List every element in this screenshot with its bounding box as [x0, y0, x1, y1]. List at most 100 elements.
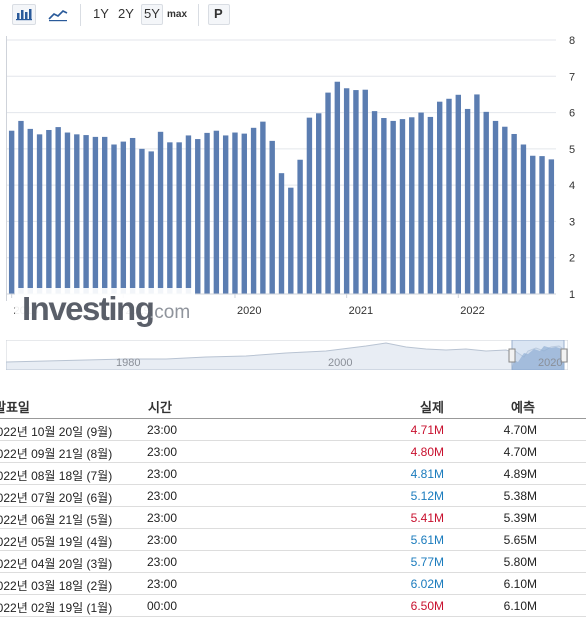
release-time: 23:00 [147, 555, 178, 569]
release-time: 23:00 [147, 423, 178, 437]
actual-value: 5.61M [410, 533, 444, 547]
actual-value: 6.50M [410, 599, 444, 613]
chart-bar[interactable] [325, 92, 331, 294]
chart-bar[interactable] [195, 139, 201, 294]
chart-bar[interactable] [474, 94, 480, 295]
chart-bar[interactable] [18, 120, 24, 294]
navigator-svg: 1980 2000 2020 [5, 339, 569, 371]
chart-bar[interactable] [55, 127, 61, 294]
chart-bar[interactable] [129, 137, 136, 294]
y-tick-label: 6 [569, 108, 575, 120]
chart-bar[interactable] [232, 132, 238, 294]
chart-bar[interactable] [167, 142, 173, 294]
bar-chart-button[interactable] [12, 4, 36, 25]
chart-bar[interactable] [185, 135, 192, 294]
forecast-value: 6.10M [503, 577, 537, 591]
investing-logo: Investing .com [15, 288, 195, 330]
toolbar-divider [198, 4, 199, 26]
chart-bar[interactable] [539, 156, 545, 294]
range-navigator[interactable]: 1980 2000 2020 [5, 339, 569, 371]
chart-bar[interactable] [455, 94, 461, 294]
chart-toolbar: 1Y 2Y 5Y max P [0, 0, 586, 30]
chart-bar[interactable] [418, 112, 424, 294]
chart-bar[interactable] [483, 111, 489, 294]
chart-bar[interactable] [436, 101, 443, 294]
chart-bar[interactable] [502, 126, 508, 294]
chart-bar[interactable] [464, 108, 471, 294]
chart-bar[interactable] [120, 141, 127, 294]
actual-value: 6.02M [410, 577, 444, 591]
table-header: 발표일 시간 실제 예측 [0, 390, 586, 419]
range-max-button[interactable]: max [167, 9, 187, 20]
chart-bar[interactable] [399, 119, 406, 294]
chart-bar[interactable] [288, 187, 294, 294]
header-actual[interactable]: 실제 [420, 397, 444, 416]
chart-bar[interactable] [390, 120, 396, 294]
actual-value: 5.12M [410, 489, 444, 503]
release-time: 00:00 [147, 599, 178, 613]
chart-bar[interactable] [36, 134, 43, 294]
y-tick-label: 3 [569, 216, 575, 228]
chart-bar[interactable] [213, 130, 220, 294]
chart-bar[interactable] [334, 81, 341, 294]
bar-chart-icon [16, 9, 32, 21]
chart-bar[interactable] [278, 173, 285, 294]
bar-chart: 1234567820182019202020212022 [7, 35, 575, 317]
release-time: 23:00 [147, 467, 178, 481]
chart-bar[interactable] [148, 151, 154, 294]
header-date[interactable]: 발표일 [0, 397, 30, 416]
chart-bar[interactable] [222, 135, 229, 294]
chart-bar[interactable] [92, 136, 99, 294]
range-5y-button[interactable]: 5Y [144, 6, 160, 21]
chart-area: 1234567820182019202020212022 Investing .… [6, 35, 575, 330]
chart-bar[interactable] [241, 133, 247, 294]
y-tick-label: 2 [569, 253, 575, 265]
price-button[interactable]: P [214, 6, 223, 21]
y-tick-label: 8 [569, 35, 575, 47]
chart-bar[interactable] [446, 98, 452, 294]
chart-bar[interactable] [362, 89, 368, 295]
chart-bar[interactable] [520, 144, 527, 295]
chart-bar[interactable] [381, 118, 387, 294]
chart-bar[interactable] [530, 155, 536, 294]
chart-bar[interactable] [64, 132, 71, 294]
chart-bar[interactable] [74, 134, 80, 294]
chart-bar[interactable] [343, 88, 350, 294]
release-time: 23:00 [147, 533, 178, 547]
chart-bar[interactable] [176, 142, 182, 294]
chart-bar[interactable] [204, 132, 210, 294]
range-1y-button[interactable]: 1Y [93, 6, 109, 21]
forecast-value: 5.80M [503, 555, 537, 569]
chart-bar[interactable] [27, 128, 33, 294]
chart-bar[interactable] [260, 121, 266, 294]
chart-bar[interactable] [409, 117, 415, 294]
logo-brand: Investing [22, 290, 155, 327]
chart-bar[interactable] [157, 131, 164, 294]
range-2y-button[interactable]: 2Y [118, 6, 134, 21]
header-time[interactable]: 시간 [148, 397, 172, 416]
chart-bar[interactable] [250, 127, 257, 294]
chart-bar[interactable] [83, 135, 89, 294]
area-chart-button[interactable] [46, 4, 70, 25]
navigator-handle-left[interactable] [508, 348, 516, 363]
table-row: 2022년 06월 21일 (5월) 23:00 5.41M 5.39M [0, 507, 586, 529]
chart-bar[interactable] [8, 130, 15, 294]
x-tick-label: 2022 [460, 305, 484, 317]
chart-bar[interactable] [427, 116, 434, 295]
chart-bar[interactable] [548, 159, 555, 294]
chart-bar[interactable] [102, 136, 108, 294]
chart-bar[interactable] [46, 129, 52, 294]
chart-bar[interactable] [353, 90, 359, 294]
chart-bar[interactable] [111, 144, 117, 295]
chart-bar[interactable] [269, 140, 275, 294]
chart-bar[interactable] [371, 111, 378, 295]
header-forecast[interactable]: 예측 [511, 397, 535, 416]
release-time: 23:00 [147, 445, 178, 459]
chart-bar[interactable] [316, 113, 322, 294]
chart-bar[interactable] [306, 117, 313, 295]
chart-bar[interactable] [297, 159, 303, 294]
chart-bar[interactable] [139, 148, 145, 294]
actual-value: 4.71M [410, 423, 444, 437]
chart-bar[interactable] [511, 133, 517, 294]
chart-bar[interactable] [492, 120, 499, 294]
